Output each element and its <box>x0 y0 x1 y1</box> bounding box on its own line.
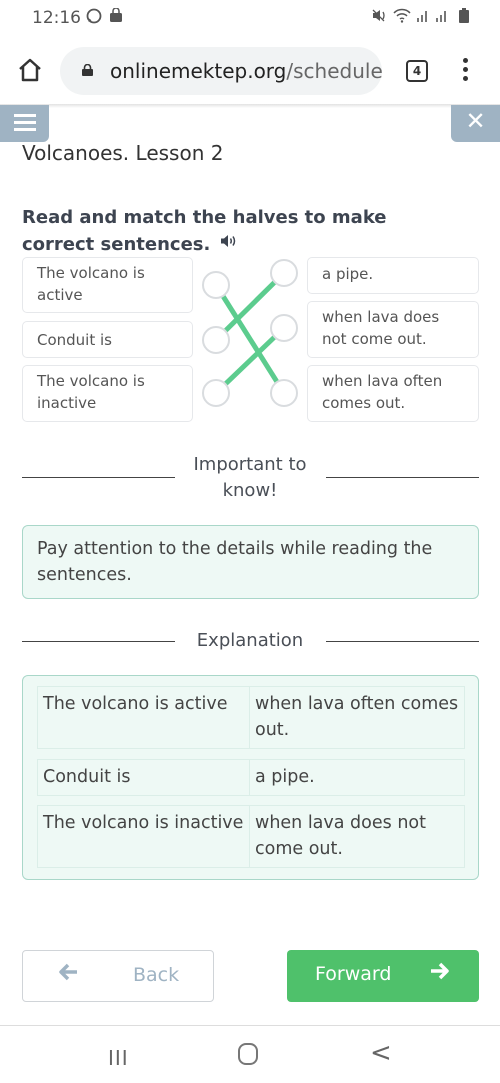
table-row: The volcano is inactive when lava does n… <box>37 805 465 868</box>
status-bar: 12:16 <box>0 0 500 38</box>
back-button[interactable]: Back <box>22 950 214 1002</box>
lock-icon <box>82 64 93 76</box>
arrow-left-icon <box>59 962 79 987</box>
match-right-text: when lava does not come out. <box>322 308 440 348</box>
important-text: Pay attention to the details while readi… <box>37 539 433 585</box>
close-icon: ✕ <box>465 107 486 135</box>
bag-icon <box>109 7 123 27</box>
whatsapp-icon <box>86 8 102 28</box>
lesson-title: Volcanoes. Lesson 2 <box>22 141 224 165</box>
home-nav-icon[interactable] <box>238 1043 258 1065</box>
divider-line <box>22 477 175 478</box>
signal-icon <box>416 8 430 27</box>
more-options-icon[interactable] <box>458 58 472 84</box>
divider-line <box>326 641 479 642</box>
forward-button[interactable]: Forward <box>287 950 479 1002</box>
url-path: /schedule <box>286 59 383 83</box>
match-right-text: when lava often comes out. <box>322 372 443 412</box>
explanation-table: The volcano is active when lava often co… <box>22 675 479 880</box>
match-left-card[interactable]: The volcano is inactive <box>22 365 193 422</box>
table-cell: when lava does not come out. <box>250 805 465 868</box>
table-cell: The volcano is active <box>37 686 250 749</box>
close-button[interactable]: ✕ <box>451 105 500 142</box>
hamburger-icon <box>14 114 36 117</box>
table-row: Conduit is a pipe. <box>37 759 465 796</box>
recents-icon[interactable]: III <box>108 1046 129 1070</box>
match-left-dot[interactable] <box>202 271 230 299</box>
match-left-text: The volcano is inactive <box>37 372 145 412</box>
home-icon <box>19 58 41 82</box>
url-domain: onlinemektep.org <box>110 59 287 83</box>
browser-toolbar: onlinemektep.org/schedule 4 <box>0 38 500 104</box>
match-right-dot[interactable] <box>270 379 298 407</box>
important-note: Pay attention to the details while readi… <box>22 525 479 599</box>
hamburger-icon-bar <box>14 121 36 124</box>
task-text: Read and match the halves to make correc… <box>22 207 387 255</box>
match-right-card[interactable]: when lava does not come out. <box>307 301 479 358</box>
match-right-card[interactable]: a pipe. <box>307 257 479 294</box>
divider-line <box>22 641 175 642</box>
table-cell: a pipe. <box>250 759 465 796</box>
signal-icon <box>435 8 449 27</box>
task-instruction: Read and match the halves to make correc… <box>22 204 462 258</box>
match-left-text: Conduit is <box>37 331 112 349</box>
divider-line <box>326 477 479 478</box>
match-left-text: The volcano is active <box>37 264 145 304</box>
toolbar-shadow <box>0 104 500 108</box>
home-button[interactable] <box>16 56 44 84</box>
system-nav-bar: III < <box>0 1025 500 1083</box>
match-right-dot[interactable] <box>270 314 298 342</box>
match-left-dot[interactable] <box>202 326 230 354</box>
back-label: Back <box>133 964 180 986</box>
battery-icon <box>459 8 469 27</box>
match-left-card[interactable]: The volcano is active <box>22 257 193 313</box>
arrow-right-icon <box>429 961 449 986</box>
tab-switcher-button[interactable]: 4 <box>406 60 428 82</box>
hamburger-icon-bar <box>14 128 36 131</box>
table-cell: The volcano is inactive <box>37 805 250 868</box>
explanation-heading: Explanation <box>196 630 304 651</box>
mute-icon <box>372 8 388 27</box>
url-text: onlinemektep.org/schedule <box>110 59 383 83</box>
menu-button[interactable] <box>0 105 49 142</box>
back-nav-icon[interactable]: < <box>370 1038 392 1068</box>
match-right-text: a pipe. <box>322 265 374 283</box>
match-left-card[interactable]: Conduit is <box>22 321 193 358</box>
speaker-icon[interactable] <box>220 231 238 258</box>
status-time: 12:16 <box>32 8 81 28</box>
important-heading: Important to know! <box>193 454 307 501</box>
table-cell: Conduit is <box>37 759 250 796</box>
match-right-dot[interactable] <box>270 259 298 287</box>
match-right-card[interactable]: when lava often comes out. <box>307 365 479 422</box>
table-row: The volcano is active when lava often co… <box>37 686 465 749</box>
table-cell: when lava often comes out. <box>250 686 465 749</box>
wifi-icon <box>393 8 411 27</box>
match-left-dot[interactable] <box>202 379 230 407</box>
forward-label: Forward <box>315 963 392 985</box>
url-field[interactable]: onlinemektep.org/schedule <box>60 47 383 95</box>
